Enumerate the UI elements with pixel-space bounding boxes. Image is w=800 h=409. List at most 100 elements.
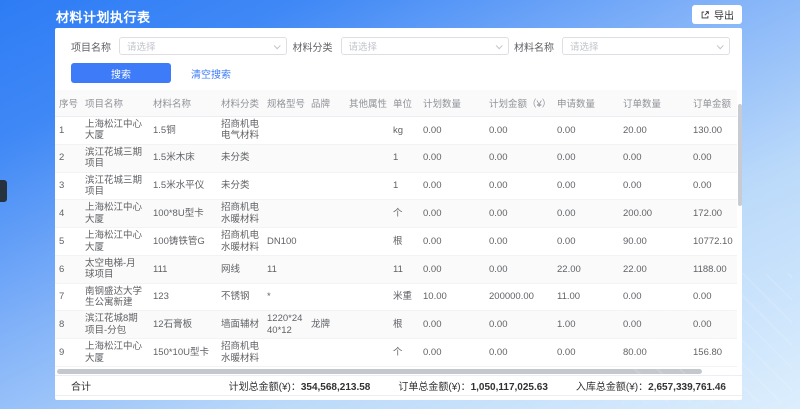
table-cell: 墙面辅材 [217, 311, 263, 339]
table-cell: 招商机电 水暖材料 [217, 228, 263, 256]
table-cell [345, 339, 389, 367]
table-cell: 111 [149, 255, 217, 283]
filter-group-1: 材料分类请选择 [293, 37, 509, 55]
table-cell: 0.00 [485, 228, 553, 256]
table-cell: 22.00 [619, 255, 689, 283]
table-cell [345, 283, 389, 311]
table-cell: 0.00 [689, 311, 737, 339]
filter-label: 材料名称 [514, 39, 554, 54]
summary-item-value: 2,657,339,761.46 [648, 382, 726, 393]
table-cell: 100铸铁管G [149, 228, 217, 256]
horizontal-scrollbar[interactable] [57, 369, 702, 374]
table-cell: 1188.00 [689, 255, 737, 283]
table-cell [345, 228, 389, 256]
table-row: 3滨江花城三期项目1.5米水平仪未分类10.000.000.000.000.00 [55, 172, 737, 200]
table-cell: 0.00 [419, 144, 485, 172]
sidebar-collapse-handle[interactable] [0, 180, 7, 202]
table-cell: * [263, 283, 307, 311]
table-cell: 0.00 [419, 228, 485, 256]
column-header: 其他属性 [345, 90, 389, 117]
column-header: 订单数量 [619, 90, 689, 117]
page-title: 材料计划执行表 [56, 7, 151, 26]
table-cell [345, 117, 389, 145]
table-cell: 11 [389, 255, 419, 283]
table-cell: 0.00 [553, 172, 619, 200]
filter-actions: 搜索 清空搜索 [55, 55, 742, 90]
column-header: 计划数量 [419, 90, 485, 117]
summary-item-label: 入库总金额(¥)： [576, 382, 648, 393]
table-cell: 0.00 [419, 200, 485, 228]
pagination: 共 1673 条 ‹ 123456...84 › 前往 页 [55, 399, 742, 400]
table-cell: 172.00 [689, 200, 737, 228]
filter-select-1[interactable]: 请选择 [341, 37, 509, 55]
column-header: 序号 [55, 90, 81, 117]
select-placeholder: 请选择 [570, 39, 599, 53]
summary-item: 计划总金额(¥)：354,568,213.58 [229, 378, 371, 393]
table-cell [307, 117, 345, 145]
table-cell: 0.00 [619, 311, 689, 339]
export-button[interactable]: 导出 [692, 5, 742, 24]
table-cell: 11.00 [553, 283, 619, 311]
summary-item: 订单总金额(¥)：1,050,117,025.63 [398, 378, 548, 393]
summary-label: 合计 [71, 378, 91, 393]
table-cell: 招商机电 水暖材料 [217, 339, 263, 367]
table-cell: 1 [389, 144, 419, 172]
table-row: 2滨江花城三期项目1.5米木床未分类10.000.000.000.000.00 [55, 144, 737, 172]
table-row: 5上海松江中心大厦100铸铁管G招商机电 水暖材料DN100根0.000.000… [55, 228, 737, 256]
column-header: 申请数量 [553, 90, 619, 117]
filter-select-2[interactable]: 请选择 [562, 37, 730, 55]
table-cell: 200.00 [619, 200, 689, 228]
table-row: 8滨江花城8期项目-分包12石膏板墙面辅材1220*2440*12龙牌根0.00… [55, 311, 737, 339]
table-cell [345, 172, 389, 200]
table-cell: 南钢盛达大学生公寓新建 [81, 283, 149, 311]
table-cell: 0.00 [485, 144, 553, 172]
table-body: 1上海松江中心大厦1.5铜招商机电 电气材料kg0.000.000.0020.0… [55, 117, 737, 367]
table-cell [307, 339, 345, 367]
table-cell [345, 255, 389, 283]
table-row: 9上海松江中心大厦150*10U型卡招商机电 水暖材料个0.000.000.00… [55, 339, 737, 367]
table-cell: 不锈钢 [217, 283, 263, 311]
table-cell: 20.00 [619, 117, 689, 145]
table-cell: 0.00 [419, 311, 485, 339]
table-cell: 0.00 [485, 255, 553, 283]
summary-item-label: 计划总金额(¥)： [229, 382, 301, 393]
table-cell: 80.00 [619, 339, 689, 367]
summary-row: 合计 计划总金额(¥)：354,568,213.58 订单总金额(¥)：1,050… [55, 375, 742, 396]
table-cell: 3 [55, 172, 81, 200]
table-cell [307, 255, 345, 283]
vertical-scrollbar[interactable] [738, 104, 742, 206]
table-cell [345, 144, 389, 172]
table-cell: 1.5铜 [149, 117, 217, 145]
table-cell: 0.00 [689, 144, 737, 172]
table-cell: 太空电梯-月球项目 [81, 255, 149, 283]
table-cell: 1 [55, 117, 81, 145]
table-cell: 招商机电 水暖材料 [217, 200, 263, 228]
clear-search-link[interactable]: 清空搜索 [191, 66, 231, 81]
table-cell: 10.00 [419, 283, 485, 311]
column-header: 品牌 [307, 90, 345, 117]
table-cell [345, 311, 389, 339]
table-cell [263, 117, 307, 145]
search-button[interactable]: 搜索 [71, 63, 171, 83]
summary-item-label: 订单总金额(¥)： [398, 382, 470, 393]
table-cell: 0.00 [553, 228, 619, 256]
column-header: 计划金额（¥） [485, 90, 553, 117]
filter-label: 材料分类 [293, 39, 333, 54]
table-cell: 4 [55, 200, 81, 228]
table-cell: 0.00 [419, 255, 485, 283]
table-cell: 0.00 [553, 117, 619, 145]
content-card: 项目名称请选择材料分类请选择材料名称请选择 搜索 清空搜索 序号项目名称材料名称… [55, 28, 742, 400]
table-cell: 0.00 [485, 339, 553, 367]
filter-group-2: 材料名称 请选择 [514, 37, 730, 55]
table-row: 6太空电梯-月球项目111网线11110.000.0022.0022.00118… [55, 255, 737, 283]
table-cell [307, 200, 345, 228]
table-row: 7南钢盛达大学生公寓新建123不锈钢*米重10.00200000.0011.00… [55, 283, 737, 311]
table-cell: 5 [55, 228, 81, 256]
table-cell [263, 144, 307, 172]
table-cell: 米重 [389, 283, 419, 311]
filter-select-0[interactable]: 请选择 [119, 37, 287, 55]
table-cell: 1.5米水平仪 [149, 172, 217, 200]
table-cell: 11 [263, 255, 307, 283]
table-cell: 招商机电 电气材料 [217, 117, 263, 145]
table-cell: kg [389, 117, 419, 145]
